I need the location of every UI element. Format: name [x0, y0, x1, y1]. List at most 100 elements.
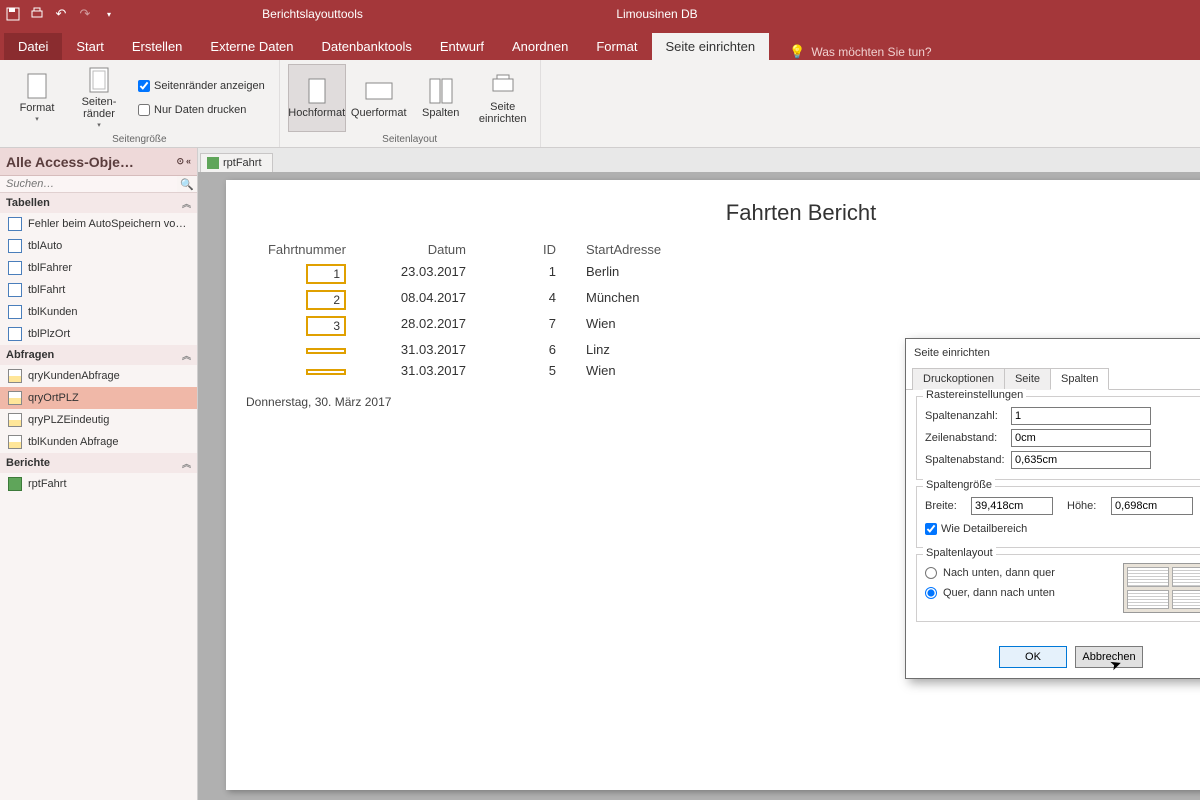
label-height: Höhe: — [1067, 500, 1105, 512]
format-button[interactable]: Format▾ — [8, 64, 66, 132]
nav-report-item[interactable]: rptFahrt — [0, 473, 197, 495]
ribbon-group-seitengroesse: Format▾ Seiten- ränder▾ Seitenränder anz… — [0, 60, 280, 147]
table-header-row: Fahrtnummer Datum ID StartAdresse Preis — [246, 238, 1200, 261]
input-width[interactable] — [971, 497, 1053, 515]
show-margins-checkbox[interactable]: Seitenränder anzeigen — [138, 76, 265, 96]
tab-externe-daten[interactable]: Externe Daten — [196, 33, 307, 60]
nav-query-item[interactable]: qryKundenAbfrage — [0, 365, 197, 387]
checkbox-detail[interactable]: Wie Detailbereich — [925, 519, 1200, 539]
dialog-tab-druckoptionen[interactable]: Druckoptionen — [912, 368, 1005, 390]
table-row: 328.02.20177Wien14,28 € — [246, 313, 1200, 339]
query-icon — [8, 391, 22, 405]
nav-header[interactable]: Alle Access-Obje… ⊙« — [0, 148, 197, 176]
input-colcount[interactable] — [1011, 407, 1151, 425]
nav-search-input[interactable] — [0, 176, 177, 192]
tab-seite-einrichten[interactable]: Seite einrichten — [652, 33, 770, 60]
tab-anordnen[interactable]: Anordnen — [498, 33, 582, 60]
landscape-icon — [365, 77, 393, 105]
col-header-num: Fahrtnummer — [246, 242, 366, 257]
chevron-up-icon: ︽ — [182, 457, 191, 470]
tab-datenbanktools[interactable]: Datenbanktools — [308, 33, 426, 60]
footer-date: Donnerstag, 30. März 2017 — [246, 395, 391, 409]
margins-button[interactable]: Seiten- ränder▾ — [70, 64, 128, 132]
table-row: 123.03.20171Berlin23,80 € — [246, 261, 1200, 287]
col-header-id: ID — [496, 242, 586, 257]
ribbon-group-seitenlayout: Hochformat Querformat Spalten Seite einr… — [280, 60, 541, 147]
nav-table-item[interactable]: Fehler beim AutoSpeichern vo… — [0, 213, 197, 235]
radio-down-across[interactable]: Nach unten, dann quer — [925, 563, 1123, 583]
fieldset-raster: Rastereinstellungen Spaltenanzahl: Zeile… — [916, 396, 1200, 480]
nav-search: 🔍 — [0, 176, 197, 193]
redo-icon[interactable]: ↷ — [76, 5, 94, 23]
table-icon — [8, 239, 22, 253]
portrait-button[interactable]: Hochformat — [288, 64, 346, 132]
report-icon — [207, 157, 219, 169]
qat-customize-icon[interactable]: ▾ — [100, 5, 118, 23]
input-rowspace[interactable] — [1011, 429, 1151, 447]
input-height[interactable] — [1111, 497, 1193, 515]
cancel-button[interactable]: Abbrechen — [1075, 646, 1143, 668]
dialog-buttons: OK Abbrechen — [906, 638, 1200, 678]
col-header-datum: Datum — [366, 242, 496, 257]
database-title: Limousinen DB — [507, 7, 807, 21]
tab-entwurf[interactable]: Entwurf — [426, 33, 498, 60]
tell-me-placeholder: Was möchten Sie tun? — [811, 45, 931, 59]
query-icon — [8, 413, 22, 427]
nav-table-item[interactable]: tblPlzOrt — [0, 323, 197, 345]
ok-button[interactable]: OK — [999, 646, 1067, 668]
margins-icon — [85, 66, 113, 94]
nav-table-item[interactable]: tblFahrt — [0, 279, 197, 301]
group-label-seitengroesse: Seitengröße — [8, 134, 271, 147]
nav-group-reports[interactable]: Berichte︽ — [0, 453, 197, 473]
page-setup-button[interactable]: Seite einrichten — [474, 64, 532, 132]
nav-query-item[interactable]: qryPLZEindeutig — [0, 409, 197, 431]
nav-collapse-icon[interactable]: « — [186, 156, 191, 167]
columns-button[interactable]: Spalten — [412, 64, 470, 132]
dialog-tab-seite[interactable]: Seite — [1004, 368, 1051, 390]
nav-query-item[interactable]: tblKunden Abfrage — [0, 431, 197, 453]
ribbon: Format▾ Seiten- ränder▾ Seitenränder anz… — [0, 60, 1200, 148]
nav-table-item[interactable]: tblFahrer — [0, 257, 197, 279]
doc-tab-rptfahrt[interactable]: rptFahrt — [200, 153, 273, 172]
query-icon — [8, 435, 22, 449]
ribbon-tabs: Datei Start Erstellen Externe Daten Date… — [0, 28, 1200, 60]
landscape-button[interactable]: Querformat — [350, 64, 408, 132]
table-icon — [8, 283, 22, 297]
columns-icon — [427, 77, 455, 105]
document-area: rptFahrt Fahrten Bericht Fahrtnummer Dat… — [198, 148, 1200, 800]
label-colcount: Spaltenanzahl: — [925, 410, 1005, 422]
layout-preview-icon — [1123, 563, 1200, 613]
page-size-icon — [23, 72, 51, 100]
nav-table-item[interactable]: tblKunden — [0, 301, 197, 323]
nav-table-item[interactable]: tblAuto — [0, 235, 197, 257]
report-title: Fahrten Bericht — [226, 180, 1200, 238]
tab-start[interactable]: Start — [62, 33, 117, 60]
tell-me-search[interactable]: 💡 Was möchten Sie tun? — [789, 44, 931, 60]
table-icon — [8, 261, 22, 275]
tab-erstellen[interactable]: Erstellen — [118, 33, 197, 60]
table-icon — [8, 305, 22, 319]
title-bar: ↶ ↷ ▾ Berichtslayouttools Limousinen DB — [0, 0, 1200, 28]
portrait-icon — [303, 77, 331, 105]
label-colspace: Spaltenabstand: — [925, 454, 1005, 466]
dialog-tab-spalten[interactable]: Spalten — [1050, 368, 1109, 390]
dialog-titlebar[interactable]: Seite einrichten ? ✕ — [906, 339, 1200, 367]
label-rowspace: Zeilenabstand: — [925, 432, 1005, 444]
dialog-tabs: Druckoptionen Seite Spalten — [906, 367, 1200, 390]
nav-group-queries[interactable]: Abfragen︽ — [0, 345, 197, 365]
search-icon[interactable]: 🔍 — [177, 176, 197, 192]
undo-icon[interactable]: ↶ — [52, 5, 70, 23]
data-only-checkbox[interactable]: Nur Daten drucken — [138, 100, 265, 120]
nav-group-tables[interactable]: Tabellen︽ — [0, 193, 197, 213]
radio-across-down[interactable]: Quer, dann nach unten — [925, 583, 1123, 603]
save-icon[interactable] — [4, 5, 22, 23]
input-colspace[interactable] — [1011, 451, 1151, 469]
fieldset-colsize: Spaltengröße Breite: Höhe: Wie Detailber… — [916, 486, 1200, 548]
file-tab[interactable]: Datei — [4, 33, 62, 60]
nav-dropdown-icon[interactable]: ⊙ — [176, 156, 184, 167]
nav-query-item[interactable]: qryOrtPLZ — [0, 387, 197, 409]
query-icon — [8, 369, 22, 383]
quick-access-toolbar: ↶ ↷ ▾ — [4, 5, 118, 23]
print-icon[interactable] — [28, 5, 46, 23]
tab-format[interactable]: Format — [582, 33, 651, 60]
